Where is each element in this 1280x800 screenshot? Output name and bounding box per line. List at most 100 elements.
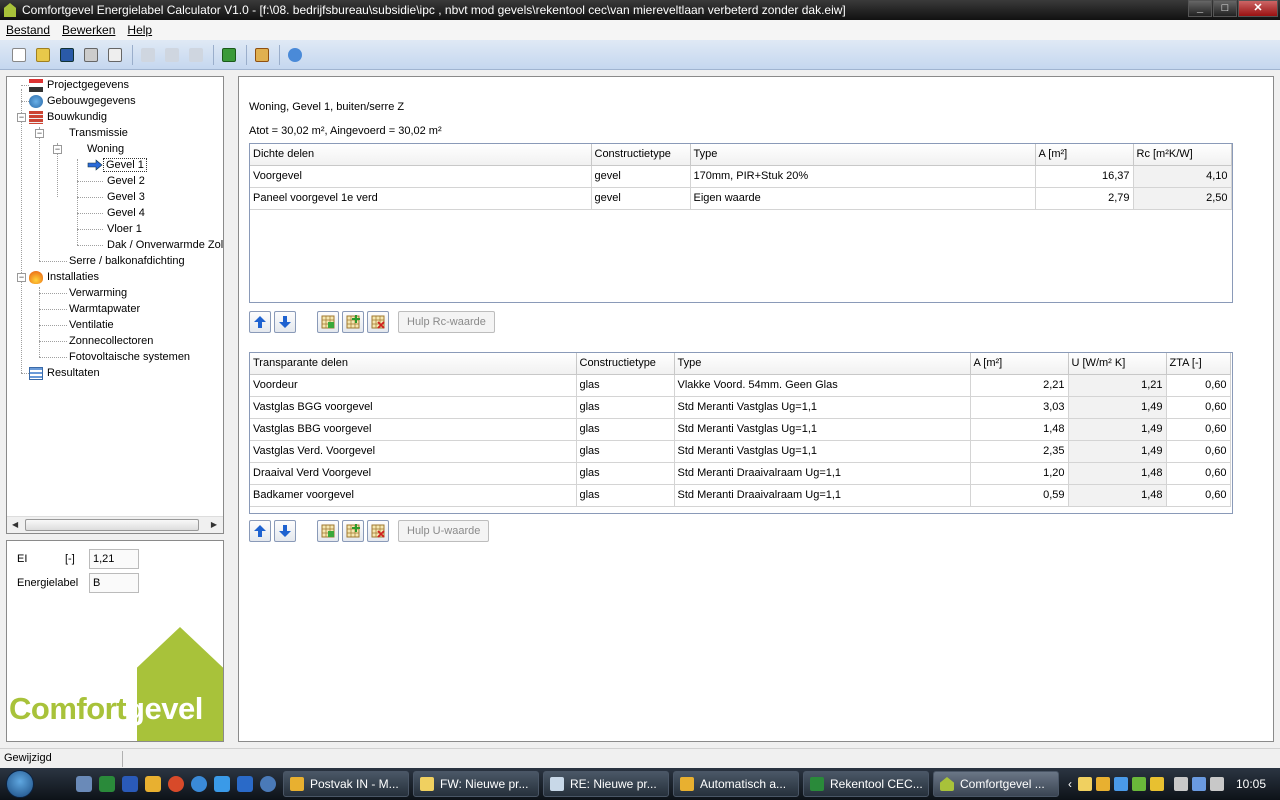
- calculate-button[interactable]: [218, 44, 240, 66]
- column-header[interactable]: ZTA [-]: [1166, 353, 1231, 375]
- cell-constructietype[interactable]: glas: [576, 396, 675, 419]
- tree-item-serre[interactable]: Serre / balkonafdichting: [69, 253, 185, 269]
- column-header[interactable]: Type: [674, 353, 971, 375]
- tree-item-transmissie[interactable]: Transmissie: [69, 125, 128, 141]
- taskbar-item-re-mail[interactable]: RE: Nieuwe pr...: [543, 771, 669, 797]
- column-header[interactable]: U [W/m² K]: [1068, 353, 1167, 375]
- move-down-button[interactable]: [274, 520, 296, 542]
- cut-button[interactable]: [137, 44, 159, 66]
- epa-button[interactable]: [251, 44, 273, 66]
- cell-zta[interactable]: 0,60: [1166, 484, 1231, 507]
- transmissie-collapse-toggle[interactable]: −: [35, 129, 44, 138]
- cell-type[interactable]: 170mm, PIR+Stuk 20%: [690, 165, 1036, 188]
- cell-type[interactable]: Std Meranti Draaivalraam Ug=1,1: [674, 462, 971, 485]
- cell-type[interactable]: Std Meranti Draaivalraam Ug=1,1: [674, 484, 971, 507]
- cell-zta[interactable]: 0,60: [1166, 396, 1231, 419]
- security-icon[interactable]: [1149, 777, 1164, 791]
- cell-area[interactable]: 2,21: [970, 374, 1069, 397]
- woning-collapse-toggle[interactable]: −: [53, 145, 62, 154]
- cell-constructietype[interactable]: glas: [576, 462, 675, 485]
- tree-item-gevel-2[interactable]: Gevel 2: [107, 173, 145, 189]
- help-button[interactable]: [284, 44, 306, 66]
- visual-studio-icon[interactable]: [237, 776, 253, 792]
- cell-u[interactable]: 1,48: [1068, 462, 1167, 485]
- installaties-collapse-toggle[interactable]: −: [17, 273, 26, 282]
- tree-item-installaties[interactable]: Installaties: [29, 269, 99, 285]
- column-header[interactable]: Constructietype: [591, 144, 691, 166]
- delete-row-button[interactable]: [367, 520, 389, 542]
- taskbar-item-comfortgevel[interactable]: Comfortgevel ...: [933, 771, 1059, 797]
- transparante-delen-grid[interactable]: Transparante delen Constructietype Type …: [249, 352, 1233, 514]
- cell-name[interactable]: Vastglas BGG voorgevel: [250, 396, 577, 419]
- table-row[interactable]: Vastglas BGG voorgevel glas Std Meranti …: [250, 396, 1231, 419]
- paste-button[interactable]: [185, 44, 207, 66]
- tree-item-warmtapwater[interactable]: Warmtapwater: [69, 301, 140, 317]
- cell-constructietype[interactable]: glas: [576, 374, 675, 397]
- scrollbar-thumb[interactable]: [25, 519, 199, 531]
- cell-area[interactable]: 2,35: [970, 440, 1069, 463]
- taskbar-item-fw-mail[interactable]: FW: Nieuwe pr...: [413, 771, 539, 797]
- cell-name[interactable]: Vastglas Verd. Voorgevel: [250, 440, 577, 463]
- cell-area[interactable]: 1,20: [970, 462, 1069, 485]
- cell-area[interactable]: 0,59: [970, 484, 1069, 507]
- table-row[interactable]: Vastglas Verd. Voorgevel glas Std Merant…: [250, 440, 1231, 463]
- cell-type[interactable]: Std Meranti Vastglas Ug=1,1: [674, 418, 971, 441]
- move-down-button[interactable]: [274, 311, 296, 333]
- monitor-icon[interactable]: [1191, 777, 1206, 791]
- cell-type[interactable]: Std Meranti Vastglas Ug=1,1: [674, 396, 971, 419]
- tree-item-resultaten[interactable]: Resultaten: [29, 365, 100, 381]
- cell-name[interactable]: Vastglas BBG voorgevel: [250, 418, 577, 441]
- taskbar-item-rekentool[interactable]: Rekentool CEC...: [803, 771, 929, 797]
- cell-type[interactable]: Eigen waarde: [690, 187, 1036, 210]
- column-header[interactable]: A [m²]: [1035, 144, 1134, 166]
- minimize-button[interactable]: _: [1188, 0, 1212, 17]
- add-row-button[interactable]: [342, 520, 364, 542]
- insert-row-button[interactable]: [317, 311, 339, 333]
- tree-item-dak[interactable]: Dak / Onverwarmde Zol: [107, 237, 223, 253]
- chrome-icon[interactable]: [168, 776, 184, 792]
- table-row[interactable]: Paneel voorgevel 1e verd gevel Eigen waa…: [250, 187, 1232, 210]
- cell-type[interactable]: Vlakke Voord. 54mm. Geen Glas: [674, 374, 971, 397]
- tree-item-gevel-3[interactable]: Gevel 3: [107, 189, 145, 205]
- cell-zta[interactable]: 0,60: [1166, 440, 1231, 463]
- table-row[interactable]: Vastglas BBG voorgevel glas Std Meranti …: [250, 418, 1231, 441]
- tree-item-fotovoltaische[interactable]: Fotovoltaische systemen: [69, 349, 190, 365]
- tree-item-gevel-1[interactable]: Gevel 1: [87, 157, 147, 173]
- cell-area[interactable]: 16,37: [1035, 165, 1134, 188]
- table-row[interactable]: Voordeur glas Vlakke Voord. 54mm. Geen G…: [250, 374, 1231, 397]
- column-header[interactable]: Type: [690, 144, 1036, 166]
- dichte-delen-grid[interactable]: Dichte delen Constructietype Type A [m²]…: [249, 143, 1233, 303]
- cell-zta[interactable]: 0,60: [1166, 418, 1231, 441]
- cell-area[interactable]: 1,48: [970, 418, 1069, 441]
- cell-zta[interactable]: 0,60: [1166, 374, 1231, 397]
- add-row-button[interactable]: [342, 311, 364, 333]
- outlook-icon[interactable]: [145, 776, 161, 792]
- word-icon[interactable]: [122, 776, 138, 792]
- hulp-u-waarde-button[interactable]: Hulp U-waarde: [398, 520, 490, 542]
- tree-item-projectgegevens[interactable]: Projectgegevens: [29, 77, 129, 93]
- tree-item-verwarming[interactable]: Verwarming: [69, 285, 127, 301]
- print-button[interactable]: [80, 44, 102, 66]
- clock[interactable]: 10:05: [1236, 777, 1266, 791]
- tree-item-vloer-1[interactable]: Vloer 1: [107, 221, 142, 237]
- menu-bewerken[interactable]: Bewerken: [56, 23, 121, 37]
- cell-type[interactable]: Std Meranti Vastglas Ug=1,1: [674, 440, 971, 463]
- print-preview-button[interactable]: [104, 44, 126, 66]
- menu-help[interactable]: Help: [121, 23, 158, 37]
- tree-item-ventilatie[interactable]: Ventilatie: [69, 317, 114, 333]
- open-button[interactable]: [32, 44, 54, 66]
- close-button[interactable]: ✕: [1238, 0, 1278, 17]
- mail-icon[interactable]: [1077, 777, 1092, 791]
- cell-u[interactable]: 1,21: [1068, 374, 1167, 397]
- cell-name[interactable]: Voorgevel: [250, 165, 592, 188]
- app-icon[interactable]: [260, 776, 276, 792]
- tray-expand-icon[interactable]: ‹: [1068, 777, 1072, 791]
- scroll-right-icon[interactable]: ▶: [211, 520, 217, 529]
- column-header[interactable]: A [m²]: [970, 353, 1069, 375]
- table-row[interactable]: Draaival Verd Voorgevel glas Std Meranti…: [250, 462, 1231, 485]
- tree-item-woning[interactable]: Woning: [87, 141, 124, 157]
- tree-item-gebouwgegevens[interactable]: Gebouwgegevens: [29, 93, 136, 109]
- tree-item-gevel-4[interactable]: Gevel 4: [107, 205, 145, 221]
- cell-u[interactable]: 1,48: [1068, 484, 1167, 507]
- show-desktop-icon[interactable]: [76, 776, 92, 792]
